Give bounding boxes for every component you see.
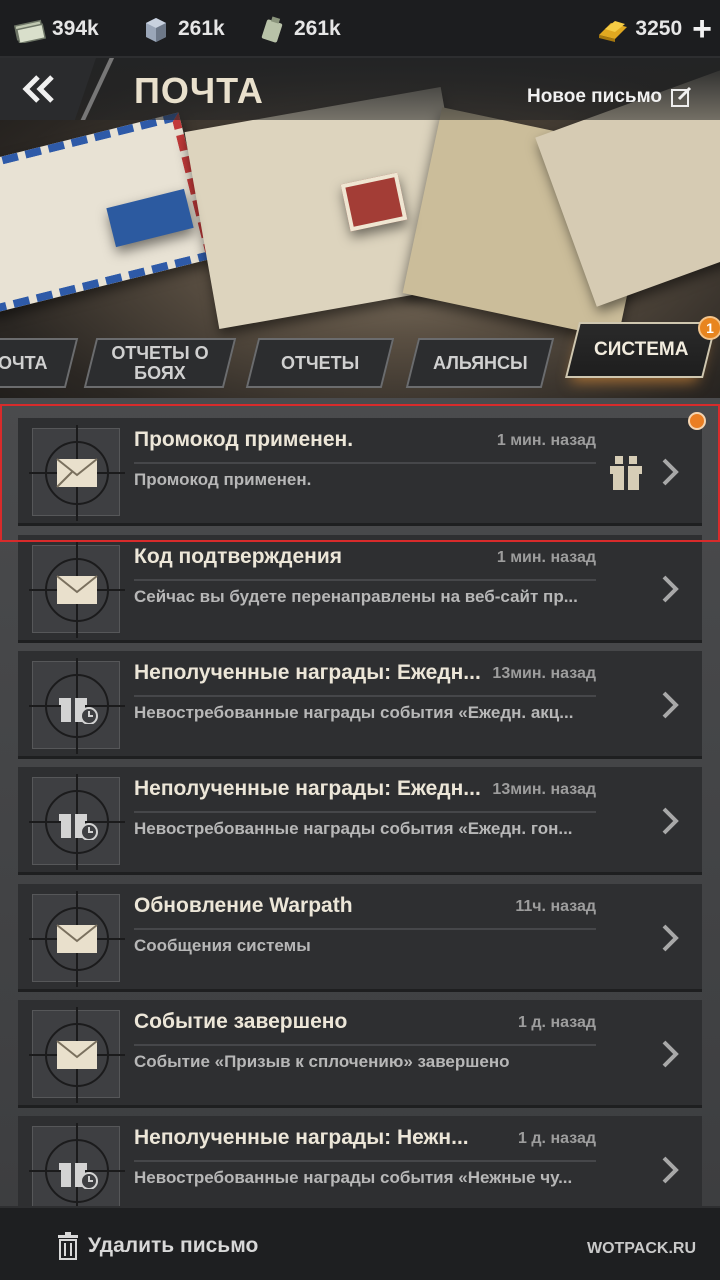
- tab-battle-reports[interactable]: ОТЧЕТЫ О БОЯХ: [83, 338, 237, 388]
- mail-time: 1 д. назад: [518, 1014, 596, 1031]
- mail-preview: Событие «Призыв к сплочению» завершено: [134, 1052, 510, 1071]
- mail-item[interactable]: Событие завершено 1 д. назад Событие «Пр…: [18, 1000, 702, 1108]
- tab-label: ПОЧТА: [0, 353, 48, 373]
- chevron-right-icon[interactable]: [660, 1038, 680, 1070]
- cash-icon: [14, 19, 46, 43]
- gift-clock-icon: [59, 814, 98, 840]
- mail-preview: Невостребованные награды события «Ежедн.…: [134, 703, 574, 722]
- envelope-icon: [56, 1040, 98, 1069]
- mail-subject: Промокод применен.: [134, 428, 354, 451]
- unread-indicator: [688, 412, 706, 430]
- steel-resource[interactable]: 261k: [140, 14, 225, 44]
- delete-mail-label: Удалить письмо: [88, 1234, 259, 1257]
- trash-icon: [58, 1232, 78, 1260]
- mail-item[interactable]: Код подтверждения 1 мин. назад Сейчас вы…: [18, 535, 702, 643]
- mail-subject: Код подтверждения: [134, 545, 342, 568]
- tab-mail[interactable]: ПОЧТА: [0, 338, 79, 388]
- mail-time: 13мин. назад: [492, 665, 596, 682]
- compose-icon: [671, 86, 692, 107]
- mail-subject: Неполученные награды: Нежн...: [134, 1126, 469, 1149]
- mail-item[interactable]: Обновление Warpath 11ч. назад Сообщения …: [18, 884, 702, 992]
- mail-divider: [134, 579, 596, 581]
- chevron-right-icon[interactable]: [660, 456, 680, 488]
- mail-preview: Промокод применен.: [134, 470, 312, 489]
- mail-subject: Событие завершено: [134, 1010, 348, 1033]
- tab-label: СИСТЕМА: [593, 339, 689, 360]
- page-title: ПОЧТА: [134, 70, 264, 111]
- tab-label: ОТЧЕТЫ О БОЯХ: [111, 343, 209, 383]
- tab-alliances[interactable]: АЛЬЯНСЫ: [405, 338, 555, 388]
- mail-subject: Неполученные награды: Ежедн...: [134, 777, 481, 800]
- oil-resource[interactable]: 261k: [256, 14, 341, 44]
- mail-preview: Невостребованные награды события «Ежедн.…: [134, 819, 573, 838]
- mail-time: 1 мин. назад: [496, 549, 596, 566]
- mail-icon-box: [29, 774, 125, 870]
- mail-time: 13мин. назад: [492, 781, 596, 798]
- mail-icon-box: [29, 1123, 125, 1206]
- envelope-icon: [56, 924, 98, 953]
- tab-label: ОТЧЕТЫ: [280, 353, 360, 373]
- mail-subject: Обновление Warpath: [134, 894, 353, 917]
- title-separator: [80, 58, 116, 120]
- mail-preview: Сообщения системы: [134, 936, 311, 955]
- mail-icon-box: [29, 658, 125, 754]
- mail-item[interactable]: Неполученные награды: Ежедн... 13мин. на…: [18, 651, 702, 759]
- mail-time: 11ч. назад: [515, 898, 596, 915]
- envelope-icon: [56, 575, 98, 604]
- double-chevron-left-icon: [22, 75, 54, 103]
- new-mail-label: Новое письмо: [526, 86, 662, 107]
- oil-value: 261k: [294, 17, 341, 40]
- tab-system[interactable]: СИСТЕМА: [565, 322, 717, 378]
- steel-icon: [146, 18, 166, 42]
- gift-clock-icon: [59, 698, 98, 724]
- chevron-right-icon[interactable]: [660, 1154, 680, 1186]
- cash-value: 394k: [52, 17, 99, 40]
- tab-label: АЛЬЯНСЫ: [432, 353, 528, 373]
- mail-divider: [134, 462, 596, 464]
- chevron-right-icon[interactable]: [660, 922, 680, 954]
- new-mail-button[interactable]: Новое письмо: [527, 86, 692, 108]
- gold-resource[interactable]: 3250 +: [597, 12, 712, 46]
- mail-item[interactable]: Неполученные награды: Ежедн... 13мин. на…: [18, 767, 702, 875]
- mail-divider: [134, 1160, 596, 1162]
- mail-icon-box: [29, 891, 125, 987]
- tab-reports[interactable]: ОТЧЕТЫ: [245, 338, 395, 388]
- tab-system-badge: 1: [698, 316, 720, 340]
- mail-divider: [134, 811, 596, 813]
- chevron-right-icon[interactable]: [660, 689, 680, 721]
- cash-resource[interactable]: 394k: [14, 14, 99, 44]
- oil-icon: [261, 16, 283, 43]
- mail-preview: Невостребованные награды события «Нежные…: [134, 1168, 573, 1187]
- chevron-right-icon[interactable]: [660, 573, 680, 605]
- mail-time: 1 д. назад: [518, 1130, 596, 1147]
- mail-list[interactable]: Промокод применен. 1 мин. назад Промокод…: [0, 398, 720, 1206]
- mail-divider: [134, 928, 596, 930]
- mail-divider: [134, 695, 596, 697]
- envelope-icon: [56, 458, 98, 488]
- watermark: WOTPACK.RU: [586, 1240, 696, 1257]
- chevron-right-icon[interactable]: [660, 805, 680, 837]
- mail-icon-box: [29, 542, 125, 638]
- mail-icon-box: [29, 1007, 125, 1103]
- attachment-gift-icon: [610, 456, 642, 490]
- add-gold-button[interactable]: +: [692, 12, 712, 46]
- gold-value: 3250: [635, 17, 683, 40]
- bottom-bar: Удалить письмо WOTPACK.RU: [0, 1206, 720, 1280]
- mail-item[interactable]: Промокод применен. 1 мин. назад Промокод…: [18, 412, 706, 526]
- mail-time: 1 мин. назад: [496, 432, 596, 449]
- gift-clock-icon: [59, 1163, 98, 1189]
- resource-bar: 394k 261k 261k 3250 +: [0, 0, 720, 58]
- steel-value: 261k: [178, 17, 225, 40]
- gold-icon: [599, 21, 628, 42]
- delete-mail-button[interactable]: Удалить письмо: [56, 1232, 258, 1260]
- mail-item[interactable]: Неполученные награды: Нежн... 1 д. назад…: [18, 1116, 702, 1206]
- mail-divider: [134, 1044, 596, 1046]
- mail-subject: Неполученные награды: Ежедн...: [134, 661, 481, 684]
- mail-preview: Сейчас вы будете перенаправлены на веб-с…: [134, 587, 578, 606]
- mail-tabs: ПОЧТА ОТЧЕТЫ О БОЯХ ОТЧЕТЫ АЛЬЯНСЫ СИСТЕ…: [0, 316, 720, 396]
- mail-icon-box: [29, 425, 125, 521]
